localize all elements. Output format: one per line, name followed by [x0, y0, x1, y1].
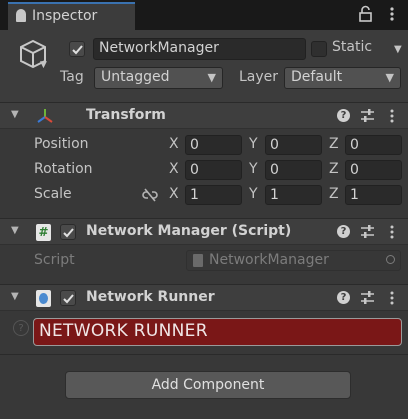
foldout-arrow-icon[interactable]: ▼	[11, 291, 19, 302]
scale-x-field[interactable]: 1	[185, 185, 242, 205]
scale-label: Scale	[34, 186, 72, 202]
network-runner-header[interactable]: ▼ Network Runner ?	[0, 284, 408, 311]
rotation-z-field[interactable]: 0	[345, 160, 402, 180]
divider	[0, 354, 408, 355]
rotation-y-field[interactable]: 0	[265, 160, 322, 180]
foldout-arrow-icon[interactable]: ▼	[11, 225, 19, 236]
more-options-icon[interactable]	[389, 108, 395, 124]
static-checkbox[interactable]	[311, 41, 327, 57]
layer-label: Layer	[239, 69, 279, 85]
runner-help-icon[interactable]: ?	[13, 320, 29, 336]
static-dropdown-arrow[interactable]: ▼	[394, 44, 402, 55]
axis-z-label[interactable]: Z	[329, 186, 339, 202]
network-manager-title: Network Manager (Script)	[86, 223, 292, 239]
layer-value: Default	[291, 69, 343, 85]
position-label: Position	[34, 136, 89, 152]
active-checkbox[interactable]	[69, 41, 85, 57]
position-y-field[interactable]: 0	[265, 135, 322, 155]
more-options-icon[interactable]	[389, 290, 395, 306]
tag-label: Tag	[60, 69, 84, 85]
layer-dropdown[interactable]: Default ▼	[284, 67, 401, 89]
add-component-button[interactable]: Add Component	[65, 371, 351, 399]
transform-axes-icon	[37, 109, 53, 123]
icon-dropdown-arrow[interactable]: ▼	[40, 60, 47, 70]
axis-y-label[interactable]: Y	[249, 161, 258, 177]
transform-body: Position X 0 Y 0 Z 0 Rotation X 0 Y 0 Z …	[0, 129, 408, 217]
presets-icon[interactable]	[360, 224, 375, 239]
static-label: Static	[332, 39, 373, 55]
network-manager-header[interactable]: ▼ # Network Manager (Script) ?	[0, 218, 408, 245]
script-reference-field: NetworkManager	[186, 250, 401, 271]
axis-y-label[interactable]: Y	[249, 186, 258, 202]
tab-inspector[interactable]: Inspector	[8, 2, 135, 30]
transform-title: Transform	[86, 107, 166, 123]
gameobject-header: ▼ NetworkManager Static ▼ Tag Untagged ▼…	[0, 30, 408, 103]
script-file-icon	[193, 254, 203, 267]
script-label: Script	[34, 252, 75, 268]
presets-icon[interactable]	[360, 108, 375, 123]
chevron-down-icon: ▼	[207, 71, 216, 84]
axis-z-label[interactable]: Z	[329, 136, 339, 152]
presets-icon[interactable]	[360, 290, 375, 305]
axis-x-label[interactable]: X	[169, 136, 179, 152]
tag-value: Untagged	[101, 69, 170, 85]
position-x-field[interactable]: 0	[185, 135, 242, 155]
script-value: NetworkManager	[209, 252, 329, 268]
network-manager-body: Script NetworkManager	[0, 245, 408, 281]
network-runner-title: Network Runner	[86, 289, 215, 305]
chevron-down-icon: ▼	[385, 71, 394, 84]
rotation-x-field[interactable]: 0	[185, 160, 242, 180]
position-z-field[interactable]: 0	[345, 135, 402, 155]
object-name-field[interactable]: NetworkManager	[93, 38, 306, 60]
network-manager-enabled-checkbox[interactable]	[60, 224, 76, 240]
help-icon[interactable]: ?	[337, 109, 350, 122]
help-icon[interactable]: ?	[337, 291, 350, 304]
network-runner-script-icon	[36, 290, 51, 307]
axis-y-label[interactable]: Y	[249, 136, 258, 152]
network-runner-enabled-checkbox[interactable]	[60, 290, 76, 306]
axis-x-label[interactable]: X	[169, 161, 179, 177]
csharp-script-icon: #	[36, 224, 51, 241]
help-icon[interactable]: ?	[337, 225, 350, 238]
more-options-icon[interactable]	[388, 5, 396, 23]
network-runner-banner: NETWORK RUNNER	[33, 318, 402, 346]
tag-dropdown[interactable]: Untagged ▼	[94, 67, 223, 89]
checkmark-icon	[63, 228, 74, 238]
tab-label: Inspector	[32, 8, 98, 24]
axis-x-label[interactable]: X	[169, 186, 179, 202]
link-scale-icon[interactable]	[142, 188, 158, 202]
checkmark-icon	[72, 45, 83, 55]
checkmark-icon	[63, 294, 74, 304]
scale-z-field[interactable]: 1	[345, 185, 402, 205]
object-picker-icon[interactable]	[386, 255, 395, 264]
rotation-label: Rotation	[34, 161, 93, 177]
more-options-icon[interactable]	[389, 224, 395, 240]
tab-bar: Inspector	[0, 0, 408, 30]
lock-icon[interactable]	[358, 5, 373, 23]
info-icon	[16, 9, 26, 22]
scale-y-field[interactable]: 1	[265, 185, 322, 205]
transform-header[interactable]: ▼ Transform ?	[0, 102, 408, 129]
foldout-arrow-icon[interactable]: ▼	[11, 109, 19, 120]
axis-z-label[interactable]: Z	[329, 161, 339, 177]
